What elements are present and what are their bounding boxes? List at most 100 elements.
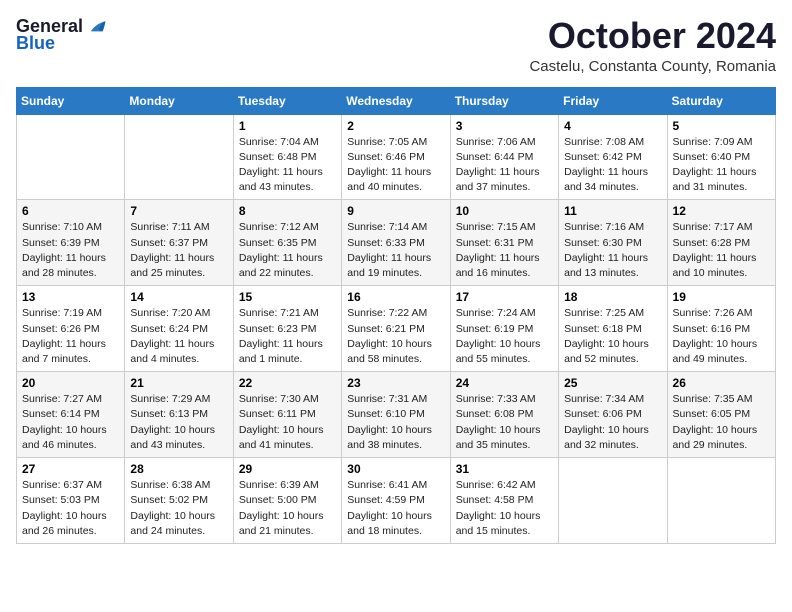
day-detail: Sunrise: 7:08 AM Sunset: 6:42 PM Dayligh… xyxy=(564,135,661,196)
day-detail: Sunrise: 7:34 AM Sunset: 6:06 PM Dayligh… xyxy=(564,392,661,453)
calendar-cell xyxy=(667,458,775,544)
calendar-cell: 8Sunrise: 7:12 AM Sunset: 6:35 PM Daylig… xyxy=(233,200,341,286)
calendar-cell: 21 Sunrise: 7:29 AM Sunset: 6:13 PM Dayli… xyxy=(125,372,233,458)
day-number: 25 xyxy=(564,376,661,390)
calendar-cell: 26 Sunrise: 7:35 AM Sunset: 6:05 PM Dayli… xyxy=(667,372,775,458)
day-detail: Sunrise: 7:19 AM Sunset: 6:26 PM Dayligh… xyxy=(22,306,119,367)
calendar-cell: 1 Sunrise: 7:04 AM Sunset: 6:48 PM Daylig… xyxy=(233,114,341,200)
day-detail: Sunrise: 7:30 AM Sunset: 6:11 PM Dayligh… xyxy=(239,392,336,453)
day-detail: Sunrise: 7:20 AM Sunset: 6:24 PM Dayligh… xyxy=(130,306,227,367)
day-detail: Sunrise: 7:14 AM Sunset: 6:33 PM Dayligh… xyxy=(347,220,444,281)
day-number: 6 xyxy=(22,204,119,218)
logo: General Blue xyxy=(16,16,107,54)
calendar-cell: 18 Sunrise: 7:25 AM Sunset: 6:18 PM Dayli… xyxy=(559,286,667,372)
calendar-cell: 15 Sunrise: 7:21 AM Sunset: 6:23 PM Dayli… xyxy=(233,286,341,372)
calendar-cell: 4 Sunrise: 7:08 AM Sunset: 6:42 PM Daylig… xyxy=(559,114,667,200)
day-number: 3 xyxy=(456,119,553,133)
day-detail: Sunrise: 6:42 AM Sunset: 4:58 PM Dayligh… xyxy=(456,478,553,539)
day-number: 2 xyxy=(347,119,444,133)
day-detail: Sunrise: 7:15 AM Sunset: 6:31 PM Dayligh… xyxy=(456,220,553,281)
calendar-cell: 14Sunrise: 7:20 AM Sunset: 6:24 PM Dayli… xyxy=(125,286,233,372)
week-row-2: 6Sunrise: 7:10 AM Sunset: 6:39 PM Daylig… xyxy=(17,200,776,286)
calendar-cell: 25 Sunrise: 7:34 AM Sunset: 6:06 PM Dayli… xyxy=(559,372,667,458)
day-detail: Sunrise: 7:26 AM Sunset: 6:16 PM Dayligh… xyxy=(673,306,770,367)
day-number: 19 xyxy=(673,290,770,304)
calendar-cell: 12Sunrise: 7:17 AM Sunset: 6:28 PM Dayli… xyxy=(667,200,775,286)
day-detail: Sunrise: 7:21 AM Sunset: 6:23 PM Dayligh… xyxy=(239,306,336,367)
calendar-cell: 29 Sunrise: 6:39 AM Sunset: 5:00 PM Dayli… xyxy=(233,458,341,544)
calendar-cell: 23Sunrise: 7:31 AM Sunset: 6:10 PM Dayli… xyxy=(342,372,450,458)
day-number: 18 xyxy=(564,290,661,304)
calendar-table: SundayMondayTuesdayWednesdayThursdayFrid… xyxy=(16,87,776,544)
week-row-5: 27Sunrise: 6:37 AM Sunset: 5:03 PM Dayli… xyxy=(17,458,776,544)
calendar-cell: 20Sunrise: 7:27 AM Sunset: 6:14 PM Dayli… xyxy=(17,372,125,458)
day-detail: Sunrise: 6:41 AM Sunset: 4:59 PM Dayligh… xyxy=(347,478,444,539)
col-header-thursday: Thursday xyxy=(450,87,558,114)
day-number: 17 xyxy=(456,290,553,304)
day-number: 22 xyxy=(239,376,336,390)
calendar-cell: 5 Sunrise: 7:09 AM Sunset: 6:40 PM Daylig… xyxy=(667,114,775,200)
col-header-wednesday: Wednesday xyxy=(342,87,450,114)
day-number: 21 xyxy=(130,376,227,390)
day-number: 7 xyxy=(130,204,227,218)
day-number: 5 xyxy=(673,119,770,133)
day-number: 24 xyxy=(456,376,553,390)
calendar-cell: 24 Sunrise: 7:33 AM Sunset: 6:08 PM Dayli… xyxy=(450,372,558,458)
day-detail: Sunrise: 7:25 AM Sunset: 6:18 PM Dayligh… xyxy=(564,306,661,367)
col-header-sunday: Sunday xyxy=(17,87,125,114)
week-row-3: 13 Sunrise: 7:19 AM Sunset: 6:26 PM Dayli… xyxy=(17,286,776,372)
column-headers: SundayMondayTuesdayWednesdayThursdayFrid… xyxy=(17,87,776,114)
day-number: 13 xyxy=(22,290,119,304)
day-number: 29 xyxy=(239,462,336,476)
day-detail: Sunrise: 7:31 AM Sunset: 6:10 PM Dayligh… xyxy=(347,392,444,453)
col-header-friday: Friday xyxy=(559,87,667,114)
logo-blue: Blue xyxy=(16,33,55,54)
day-number: 10 xyxy=(456,204,553,218)
title-block: October 2024 Castelu, Constanta County, … xyxy=(529,16,776,75)
calendar-cell xyxy=(17,114,125,200)
day-detail: Sunrise: 7:11 AM Sunset: 6:37 PM Dayligh… xyxy=(130,220,227,281)
calendar-cell: 16 Sunrise: 7:22 AM Sunset: 6:21 PM Dayli… xyxy=(342,286,450,372)
day-number: 15 xyxy=(239,290,336,304)
col-header-tuesday: Tuesday xyxy=(233,87,341,114)
day-detail: Sunrise: 7:04 AM Sunset: 6:48 PM Dayligh… xyxy=(239,135,336,196)
day-detail: Sunrise: 6:38 AM Sunset: 5:02 PM Dayligh… xyxy=(130,478,227,539)
day-detail: Sunrise: 7:06 AM Sunset: 6:44 PM Dayligh… xyxy=(456,135,553,196)
logo-bird-icon xyxy=(85,18,107,36)
day-number: 1 xyxy=(239,119,336,133)
day-detail: Sunrise: 7:09 AM Sunset: 6:40 PM Dayligh… xyxy=(673,135,770,196)
col-header-saturday: Saturday xyxy=(667,87,775,114)
month-title: October 2024 xyxy=(529,16,776,56)
calendar-cell: 11Sunrise: 7:16 AM Sunset: 6:30 PM Dayli… xyxy=(559,200,667,286)
calendar-cell: 10 Sunrise: 7:15 AM Sunset: 6:31 PM Dayli… xyxy=(450,200,558,286)
day-detail: Sunrise: 7:33 AM Sunset: 6:08 PM Dayligh… xyxy=(456,392,553,453)
day-detail: Sunrise: 7:05 AM Sunset: 6:46 PM Dayligh… xyxy=(347,135,444,196)
calendar-cell: 28 Sunrise: 6:38 AM Sunset: 5:02 PM Dayli… xyxy=(125,458,233,544)
week-row-4: 20Sunrise: 7:27 AM Sunset: 6:14 PM Dayli… xyxy=(17,372,776,458)
location-title: Castelu, Constanta County, Romania xyxy=(529,58,776,75)
day-number: 9 xyxy=(347,204,444,218)
day-detail: Sunrise: 7:22 AM Sunset: 6:21 PM Dayligh… xyxy=(347,306,444,367)
col-header-monday: Monday xyxy=(125,87,233,114)
day-number: 4 xyxy=(564,119,661,133)
calendar-cell: 9 Sunrise: 7:14 AM Sunset: 6:33 PM Daylig… xyxy=(342,200,450,286)
day-detail: Sunrise: 7:35 AM Sunset: 6:05 PM Dayligh… xyxy=(673,392,770,453)
calendar-cell: 30Sunrise: 6:41 AM Sunset: 4:59 PM Dayli… xyxy=(342,458,450,544)
day-detail: Sunrise: 6:39 AM Sunset: 5:00 PM Dayligh… xyxy=(239,478,336,539)
calendar-cell: 27Sunrise: 6:37 AM Sunset: 5:03 PM Dayli… xyxy=(17,458,125,544)
day-number: 28 xyxy=(130,462,227,476)
calendar-cell: 17Sunrise: 7:24 AM Sunset: 6:19 PM Dayli… xyxy=(450,286,558,372)
calendar-cell: 22 Sunrise: 7:30 AM Sunset: 6:11 PM Dayli… xyxy=(233,372,341,458)
day-number: 26 xyxy=(673,376,770,390)
calendar-cell: 13 Sunrise: 7:19 AM Sunset: 6:26 PM Dayli… xyxy=(17,286,125,372)
day-number: 31 xyxy=(456,462,553,476)
day-detail: Sunrise: 7:12 AM Sunset: 6:35 PM Dayligh… xyxy=(239,220,336,281)
day-detail: Sunrise: 7:17 AM Sunset: 6:28 PM Dayligh… xyxy=(673,220,770,281)
page-header: General Blue October 2024 Castelu, Const… xyxy=(16,16,776,75)
calendar-cell: 6Sunrise: 7:10 AM Sunset: 6:39 PM Daylig… xyxy=(17,200,125,286)
day-number: 27 xyxy=(22,462,119,476)
calendar-cell xyxy=(125,114,233,200)
day-detail: Sunrise: 7:29 AM Sunset: 6:13 PM Dayligh… xyxy=(130,392,227,453)
day-number: 16 xyxy=(347,290,444,304)
calendar-cell: 2 Sunrise: 7:05 AM Sunset: 6:46 PM Daylig… xyxy=(342,114,450,200)
